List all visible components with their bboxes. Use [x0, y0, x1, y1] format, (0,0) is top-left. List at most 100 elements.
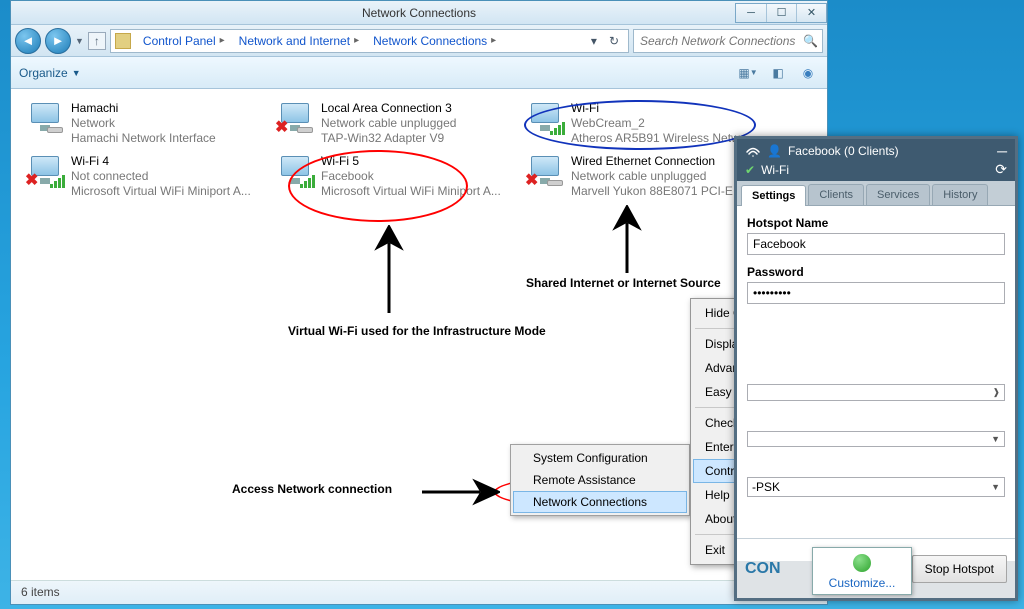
connection-icon: ✖: [277, 101, 313, 135]
close-button[interactable]: ✕: [796, 4, 826, 22]
context-menu: System Configuration Remote Assistance N…: [510, 444, 690, 516]
window-controls: ─ ☐ ✕: [735, 3, 827, 23]
crumb-network-connections[interactable]: Network Connections▸: [367, 32, 502, 50]
status-bar: 6 items: [11, 580, 827, 604]
connection-device: Microsoft Virtual WiFi Miniport A...: [321, 184, 501, 199]
hotspot-name-label: Hotspot Name: [747, 216, 1005, 230]
back-button[interactable]: ◄: [15, 28, 41, 54]
dropdown-1[interactable]: ❱: [747, 384, 1005, 401]
mode-dropdown[interactable]: -PSK ▼: [747, 477, 1005, 497]
titlebar: Network Connections ─ ☐ ✕: [11, 1, 827, 25]
connection-name: Wi-Fi: [571, 101, 749, 116]
command-bar: Organize ▼ ▦ ▼ ◧ ◉: [11, 57, 827, 89]
connection-status: Not connected: [71, 169, 251, 184]
connection-text: HamachiNetworkHamachi Network Interface: [71, 101, 216, 146]
crumb-network-internet[interactable]: Network and Internet▸: [233, 32, 365, 50]
connection-device: Hamachi Network Interface: [71, 131, 216, 146]
view-button[interactable]: ▦ ▼: [737, 63, 759, 83]
search-box[interactable]: 🔍: [633, 29, 823, 53]
connectify-logo: CON: [745, 560, 781, 578]
up-button[interactable]: ↑: [88, 32, 106, 50]
help-button[interactable]: ◉: [797, 63, 819, 83]
connectify-panel: 👤 Facebook (0 Clients) ─ ✔ Wi-Fi ⟳ Setti…: [734, 136, 1018, 601]
dropdown-2[interactable]: ▼: [747, 431, 1005, 447]
connectify-tabs: Settings Clients Services History: [737, 181, 1015, 206]
window-title: Network Connections: [362, 6, 476, 20]
check-icon: ✔: [745, 163, 755, 177]
chevron-down-icon: ▼: [991, 434, 1000, 444]
address-dropdown-icon[interactable]: ▾: [586, 33, 602, 49]
tab-services[interactable]: Services: [866, 184, 930, 205]
tab-history[interactable]: History: [932, 184, 988, 205]
connection-text: Wi-Fi 4Not connectedMicrosoft Virtual Wi…: [71, 154, 251, 199]
connection-item[interactable]: HamachiNetworkHamachi Network Interface: [21, 97, 271, 150]
connection-icon: [27, 101, 63, 135]
connection-icon: ✖: [27, 154, 63, 188]
connection-status: Facebook: [321, 169, 501, 184]
folder-icon: [115, 33, 131, 49]
forward-button[interactable]: ►: [45, 28, 71, 54]
connection-device: Microsoft Virtual WiFi Miniport A...: [71, 184, 251, 199]
tab-clients[interactable]: Clients: [808, 184, 864, 205]
connection-device: Atheros AR5B91 Wireless Netw...: [571, 131, 749, 146]
menu-label: Exit: [705, 543, 725, 557]
connection-status: Network: [71, 116, 216, 131]
status-count: 6 items: [21, 585, 60, 599]
password-input[interactable]: [747, 282, 1005, 304]
organize-button[interactable]: Organize ▼: [19, 66, 81, 80]
connection-name: Wi-Fi 5: [321, 154, 501, 169]
connection-status: WebCream_2: [571, 116, 749, 131]
hotspot-name-input[interactable]: [747, 233, 1005, 255]
connection-name: Wired Ethernet Connection: [571, 154, 756, 169]
connection-icon: [527, 101, 563, 135]
search-icon: 🔍: [803, 34, 818, 48]
minimize-button[interactable]: ─: [736, 4, 766, 22]
wifi-icon: [745, 143, 761, 159]
history-dropdown-icon[interactable]: ▼: [75, 36, 84, 46]
connection-name: Local Area Connection 3: [321, 101, 456, 116]
preview-pane-button[interactable]: ◧: [767, 63, 789, 83]
mode-value: -PSK: [752, 480, 780, 494]
address-bar[interactable]: Control Panel▸ Network and Internet▸ Net…: [110, 29, 629, 53]
menu-label: Help: [705, 488, 730, 502]
menu-system-config[interactable]: System Configuration: [513, 447, 687, 469]
user-icon: 👤: [767, 144, 782, 158]
connection-icon: ✖: [527, 154, 563, 188]
connection-name: Hamachi: [71, 101, 216, 116]
refresh-button[interactable]: ↻: [604, 33, 624, 49]
maximize-button[interactable]: ☐: [766, 4, 796, 22]
connection-status: Network cable unplugged: [571, 169, 756, 184]
connection-text: Wired Ethernet ConnectionNetwork cable u…: [571, 154, 756, 199]
search-input[interactable]: [638, 33, 803, 49]
customize-link[interactable]: Customize...: [829, 576, 896, 590]
connection-device: Marvell Yukon 88E8071 PCI-E G...: [571, 184, 756, 199]
organize-label: Organize: [19, 66, 68, 80]
navigation-toolbar: ◄ ► ▼ ↑ Control Panel▸ Network and Inter…: [11, 25, 827, 57]
connection-item[interactable]: ✖Wi-Fi 4Not connectedMicrosoft Virtual W…: [21, 150, 271, 203]
menu-network-connections[interactable]: Network Connections: [513, 491, 687, 513]
connectify-sub: Wi-Fi: [761, 163, 789, 177]
connectify-header: 👤 Facebook (0 Clients) ─ ✔ Wi-Fi ⟳: [737, 139, 1015, 181]
connection-name: Wi-Fi 4: [71, 154, 251, 169]
connection-text: Wi-FiWebCream_2Atheros AR5B91 Wireless N…: [571, 101, 749, 146]
connection-status: Network cable unplugged: [321, 116, 456, 131]
connection-icon: [277, 154, 313, 188]
status-icon: [853, 554, 871, 572]
password-label: Password: [747, 265, 1005, 279]
connection-item[interactable]: ✖Local Area Connection 3Network cable un…: [271, 97, 521, 150]
chevron-down-icon: ▼: [72, 68, 81, 78]
refresh-icon[interactable]: ⟳: [995, 161, 1007, 178]
crumb-control-panel[interactable]: Control Panel▸: [137, 32, 231, 50]
menu-remote-assistance[interactable]: Remote Assistance: [513, 469, 687, 491]
chevron-down-icon: ▼: [991, 482, 1000, 492]
stop-hotspot-button[interactable]: Stop Hotspot: [912, 555, 1007, 583]
connectify-title: Facebook (0 Clients): [788, 144, 899, 158]
connection-text: Local Area Connection 3Network cable unp…: [321, 101, 456, 146]
connection-device: TAP-Win32 Adapter V9: [321, 131, 456, 146]
panel-minimize-button[interactable]: ─: [997, 143, 1007, 159]
connectify-body: Hotspot Name Password ❱ ▼ -PSK ▼: [737, 206, 1015, 561]
connection-text: Wi-Fi 5FacebookMicrosoft Virtual WiFi Mi…: [321, 154, 501, 199]
chevron-down-icon: ❱: [992, 387, 1000, 398]
tab-settings[interactable]: Settings: [741, 185, 806, 206]
connection-item[interactable]: Wi-Fi 5FacebookMicrosoft Virtual WiFi Mi…: [271, 150, 521, 203]
